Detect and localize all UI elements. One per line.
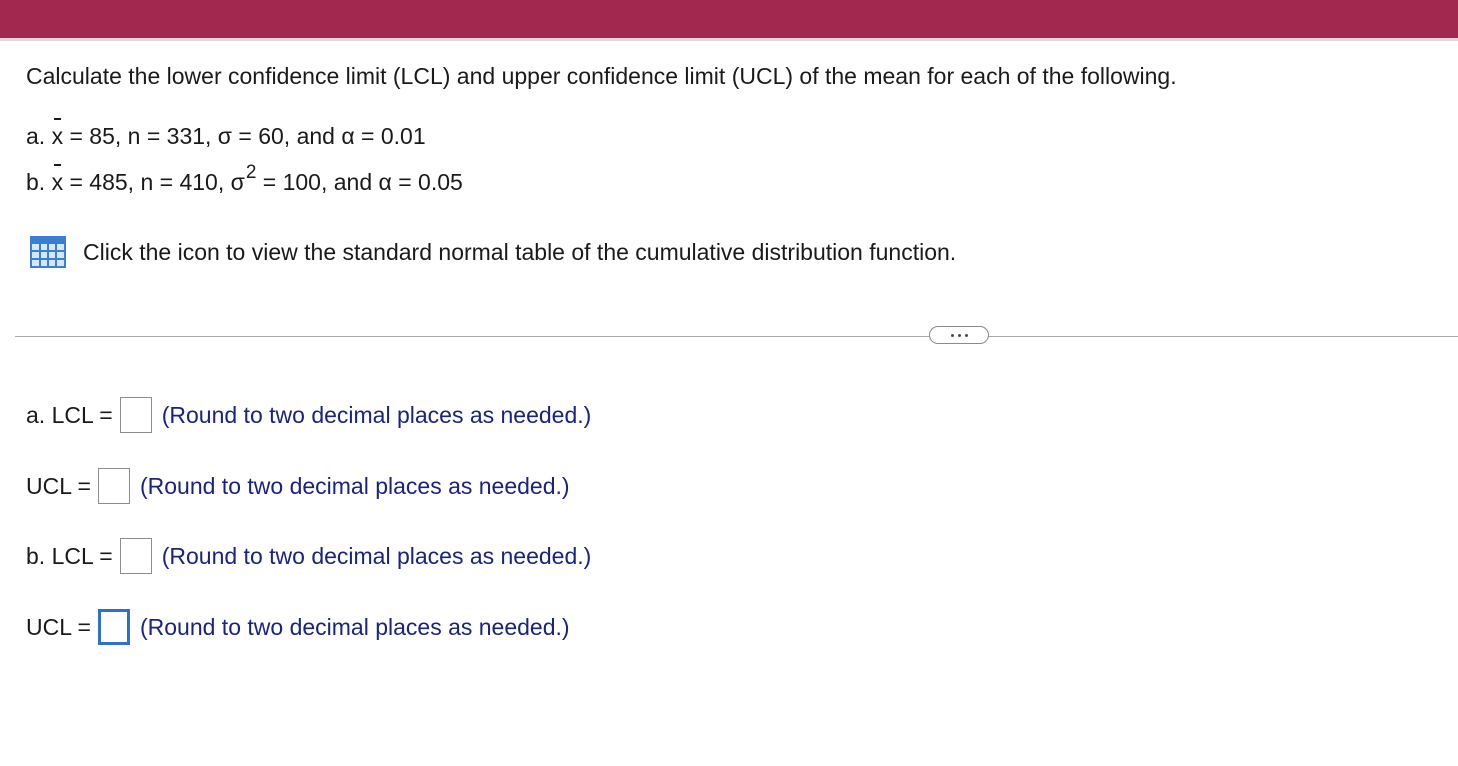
table-link-text: Click the icon to view the standard norm… [83,238,957,265]
answer-label: b. LCL = [26,542,113,569]
answer-row-b-ucl: UCL = (Round to two decimal places as ne… [26,609,570,645]
sigma-exponent: 2 [245,162,257,183]
more-options-button[interactable] [929,326,989,344]
answer-label: UCL = [26,472,91,499]
table-grid-icon[interactable] [30,236,66,268]
answer-row-a-ucl: UCL = (Round to two decimal places as ne… [26,468,570,504]
question-part-b: b. x = 485, n = 410, σ2 = 100, and α = 0… [26,162,463,196]
x-bar-symbol: x [51,118,64,149]
rounding-hint: (Round to two decimal places as needed.) [161,542,592,569]
header-bar [0,0,1458,38]
x-bar-symbol: x [51,164,64,195]
a-lcl-input[interactable] [119,397,152,433]
b-ucl-input[interactable] [97,609,130,645]
part-b-prefix: b. [26,169,46,195]
ellipsis-icon [957,333,961,337]
header-shadow [0,38,1458,41]
part-a-prefix: a. [26,123,46,149]
section-divider [15,336,1458,337]
question-title: Calculate the lower confidence limit (LC… [26,63,1177,89]
rounding-hint: (Round to two decimal places as needed.) [139,472,570,499]
answer-row-a-lcl: a. LCL = (Round to two decimal places as… [26,397,591,433]
rounding-hint: (Round to two decimal places as needed.) [139,613,570,640]
answer-label: UCL = [26,613,91,640]
question-part-a: a. x = 85, n = 331, σ = 60, and α = 0.01 [26,118,426,150]
answer-row-b-lcl: b. LCL = (Round to two decimal places as… [26,538,591,574]
a-ucl-input[interactable] [97,468,130,504]
rounding-hint: (Round to two decimal places as needed.) [161,401,592,428]
part-b-values-rest: = 100, and α = 0.05 [256,169,463,195]
normal-table-link: Click the icon to view the standard norm… [30,236,956,268]
part-a-values: = 85, n = 331, σ = 60, and α = 0.01 [69,123,426,149]
b-lcl-input[interactable] [119,538,152,574]
ellipsis-icon [964,333,968,337]
part-b-values: = 485, n = 410, σ [69,169,245,195]
answer-label: a. LCL = [26,401,113,428]
ellipsis-icon [950,333,954,337]
